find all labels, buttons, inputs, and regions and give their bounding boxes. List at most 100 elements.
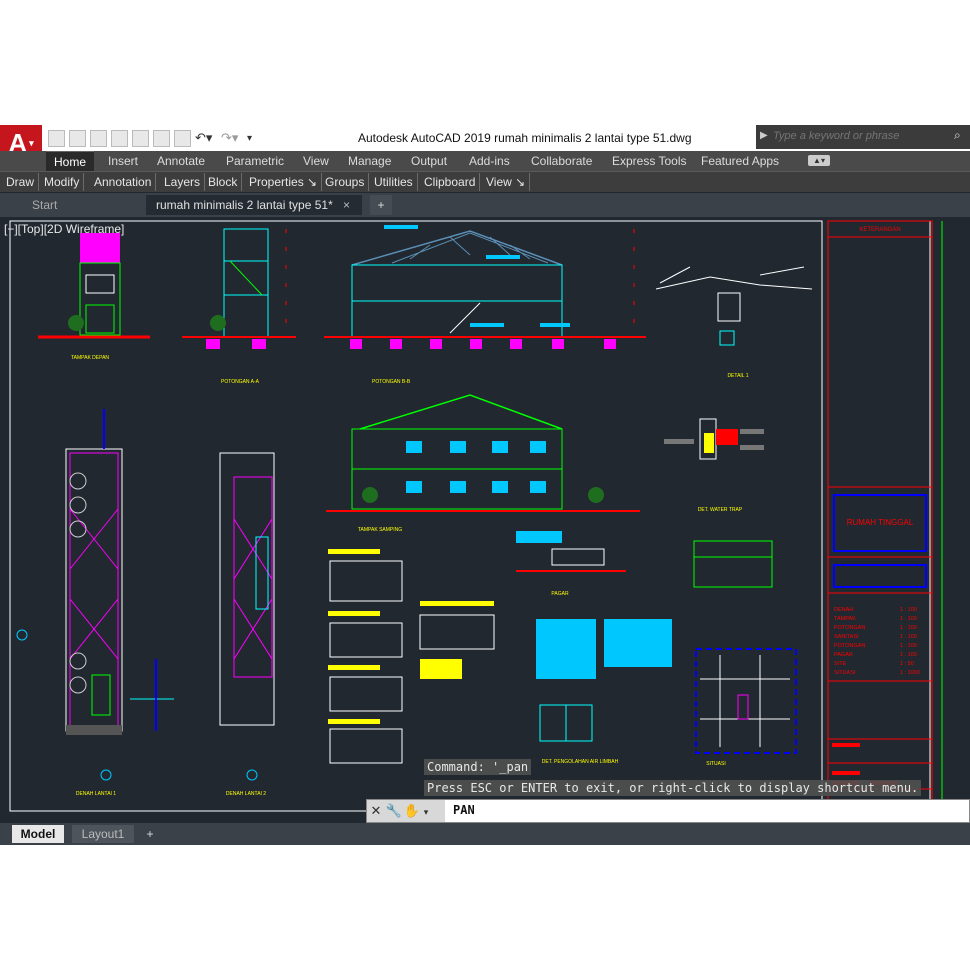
- sheet-scale: 1 : 50: [900, 661, 914, 667]
- title-block-header: KETERANGAN: [859, 227, 900, 233]
- customize-qat-icon[interactable]: ▾: [247, 133, 252, 144]
- command-input[interactable]: PAN: [453, 803, 475, 817]
- close-icon[interactable]: ✕: [367, 800, 385, 822]
- tab-start[interactable]: Start: [0, 195, 140, 215]
- viewport-controls-label[interactable]: [−][Top][2D Wireframe]: [4, 222, 124, 236]
- sheet-list-item: SITUASI: [834, 670, 856, 676]
- save-web-icon[interactable]: [153, 129, 170, 147]
- label-tampak-depan: TAMPAK DEPAN: [71, 355, 109, 361]
- sheet-list-item: SANITASI: [834, 634, 859, 640]
- fence-detail: PAGAR: [516, 531, 626, 597]
- panel-annotation[interactable]: Annotation: [90, 173, 157, 191]
- command-line-controls: ✕ 🔧 ✋ ▾: [367, 800, 445, 822]
- panel-view-label: View: [486, 175, 512, 189]
- add-layout-button[interactable]: +: [140, 825, 160, 843]
- floor-plan-1: DENAH LANTAI 1: [16, 409, 174, 797]
- panel-properties-label: Properties: [249, 175, 304, 189]
- side-elevation: TAMPAK SAMPING: [326, 394, 640, 533]
- chevron-down-icon: ▾: [29, 138, 34, 149]
- tab-layout1[interactable]: Layout1: [72, 825, 134, 843]
- label-potongan-aa: POTONGAN A-A: [221, 379, 260, 385]
- panel-utilities[interactable]: Utilities: [370, 173, 418, 191]
- tab-home[interactable]: Home: [46, 151, 95, 172]
- tab-featured-apps[interactable]: Featured Apps: [701, 151, 779, 171]
- command-history-line: Command: '_pan: [424, 759, 532, 775]
- front-elevation: TAMPAK DEPAN: [38, 233, 150, 361]
- undo-icon[interactable]: ↶▾: [195, 130, 217, 146]
- open-web-icon[interactable]: [132, 129, 149, 147]
- water-table: [693, 540, 773, 588]
- panel-view[interactable]: View ↘: [482, 173, 531, 191]
- sheet-list-item: SITE: [834, 661, 847, 667]
- tab-insert[interactable]: Insert: [108, 151, 138, 171]
- tab-drawing-label: rumah minimalis 2 lantai type 51*: [156, 198, 333, 212]
- ribbon-tab-bar: Home Insert Annotate Parametric View Man…: [0, 151, 970, 172]
- ribbon-panel-bar: Draw Modify Annotation Layers Block Prop…: [0, 171, 970, 192]
- label-detail-water-trap: DET. WATER TRAP: [698, 507, 743, 513]
- ribbon-minimize-icon[interactable]: ▲▾: [808, 155, 830, 166]
- tab-manage[interactable]: Manage: [348, 151, 391, 171]
- search-input[interactable]: [770, 127, 952, 145]
- panel-properties[interactable]: Properties ↘: [245, 173, 323, 191]
- section-a-a: POTONGAN A-A: [182, 228, 296, 385]
- label-detail-1: DETAIL 1: [727, 373, 748, 379]
- label-potongan-bb: POTONGAN B-B: [372, 379, 411, 385]
- tab-express-tools[interactable]: Express Tools: [612, 151, 686, 171]
- save-as-icon[interactable]: [111, 129, 128, 147]
- sheet-scale: 1 : 100: [900, 607, 917, 613]
- title-block: KETERANGAN RUMAH TINGGAL DENAH TAMPAK PO…: [827, 220, 933, 812]
- site-plan: SITUASI: [695, 648, 797, 767]
- sheet-scale: 1 : 1000: [900, 670, 920, 676]
- sheet-scale: 1 : 100: [900, 616, 917, 622]
- new-file-icon[interactable]: [48, 129, 65, 147]
- panel-groups[interactable]: Groups: [321, 173, 370, 191]
- tab-annotate[interactable]: Annotate: [157, 151, 205, 171]
- binoculars-icon[interactable]: ⌕: [954, 128, 961, 143]
- redo-icon[interactable]: ↷▾: [221, 130, 243, 146]
- new-tab-button[interactable]: +: [370, 195, 392, 215]
- paper-border: [9, 220, 823, 812]
- save-icon[interactable]: [90, 129, 107, 147]
- tab-view[interactable]: View: [303, 151, 329, 171]
- tab-add-ins[interactable]: Add-ins: [469, 151, 510, 171]
- detail-water-trap: DET. WATER TRAP: [664, 418, 764, 513]
- detail-foundation: DETAIL 1: [655, 266, 813, 379]
- panel-draw[interactable]: Draw: [2, 173, 40, 191]
- close-icon[interactable]: ×: [343, 195, 350, 215]
- panel-block[interactable]: Block: [204, 173, 243, 191]
- tab-collaborate[interactable]: Collaborate: [531, 151, 592, 171]
- wrench-icon[interactable]: 🔧: [385, 800, 403, 822]
- search-box: ▶ ⌕: [756, 125, 970, 149]
- sheet-scale: 1 : 100: [900, 643, 917, 649]
- pan-hand-icon[interactable]: ✋: [403, 800, 421, 822]
- sheet-box: [833, 564, 927, 588]
- project-name: RUMAH TINGGAL: [847, 518, 914, 527]
- sheet-list-item: POTONGAN: [834, 643, 865, 649]
- sheet-scale: 1 : 100: [900, 652, 917, 658]
- panel-layers[interactable]: Layers: [160, 173, 206, 191]
- autocad-window: A ▾ ↶▾ ↷▾ ▾ Autodesk AutoCAD 2019 rumah m…: [0, 125, 970, 845]
- tab-parametric[interactable]: Parametric: [226, 151, 284, 171]
- plot-icon[interactable]: [174, 129, 191, 147]
- panel-modify[interactable]: Modify: [40, 173, 85, 191]
- drawing-viewport[interactable]: KETERANGAN RUMAH TINGGAL DENAH TAMPAK PO…: [0, 219, 970, 819]
- expand-icon[interactable]: ▶: [760, 130, 768, 141]
- title-bar: A ▾ ↶▾ ↷▾ ▾ Autodesk AutoCAD 2019 rumah m…: [0, 125, 970, 158]
- label-denah-1: DENAH LANTAI 1: [76, 791, 116, 797]
- label-pagar: PAGAR: [551, 591, 569, 597]
- panel-clipboard[interactable]: Clipboard: [420, 173, 481, 191]
- chevron-down-icon[interactable]: ▾: [421, 801, 431, 823]
- tab-drawing[interactable]: rumah minimalis 2 lantai type 51* ×: [146, 195, 362, 215]
- file-tab-bar: Start rumah minimalis 2 lantai type 51* …: [0, 193, 970, 217]
- tab-model[interactable]: Model: [12, 825, 64, 843]
- tab-output[interactable]: Output: [411, 151, 447, 171]
- command-history: Command: '_pan Press ESC or ENTER to exi…: [424, 758, 922, 800]
- command-history-line: Press ESC or ENTER to exit, or right-cli…: [424, 780, 922, 796]
- cad-drawing: KETERANGAN RUMAH TINGGAL DENAH TAMPAK PO…: [9, 220, 943, 812]
- open-file-icon[interactable]: [69, 129, 86, 147]
- sheet-list-item: DENAH: [834, 607, 853, 613]
- section-b-b: POTONGAN B-B: [324, 225, 646, 385]
- schedule-tables: [328, 549, 495, 764]
- sheet-scale: 1 : 100: [900, 625, 917, 631]
- window-title: Autodesk AutoCAD 2019 rumah minimalis 2 …: [358, 131, 692, 145]
